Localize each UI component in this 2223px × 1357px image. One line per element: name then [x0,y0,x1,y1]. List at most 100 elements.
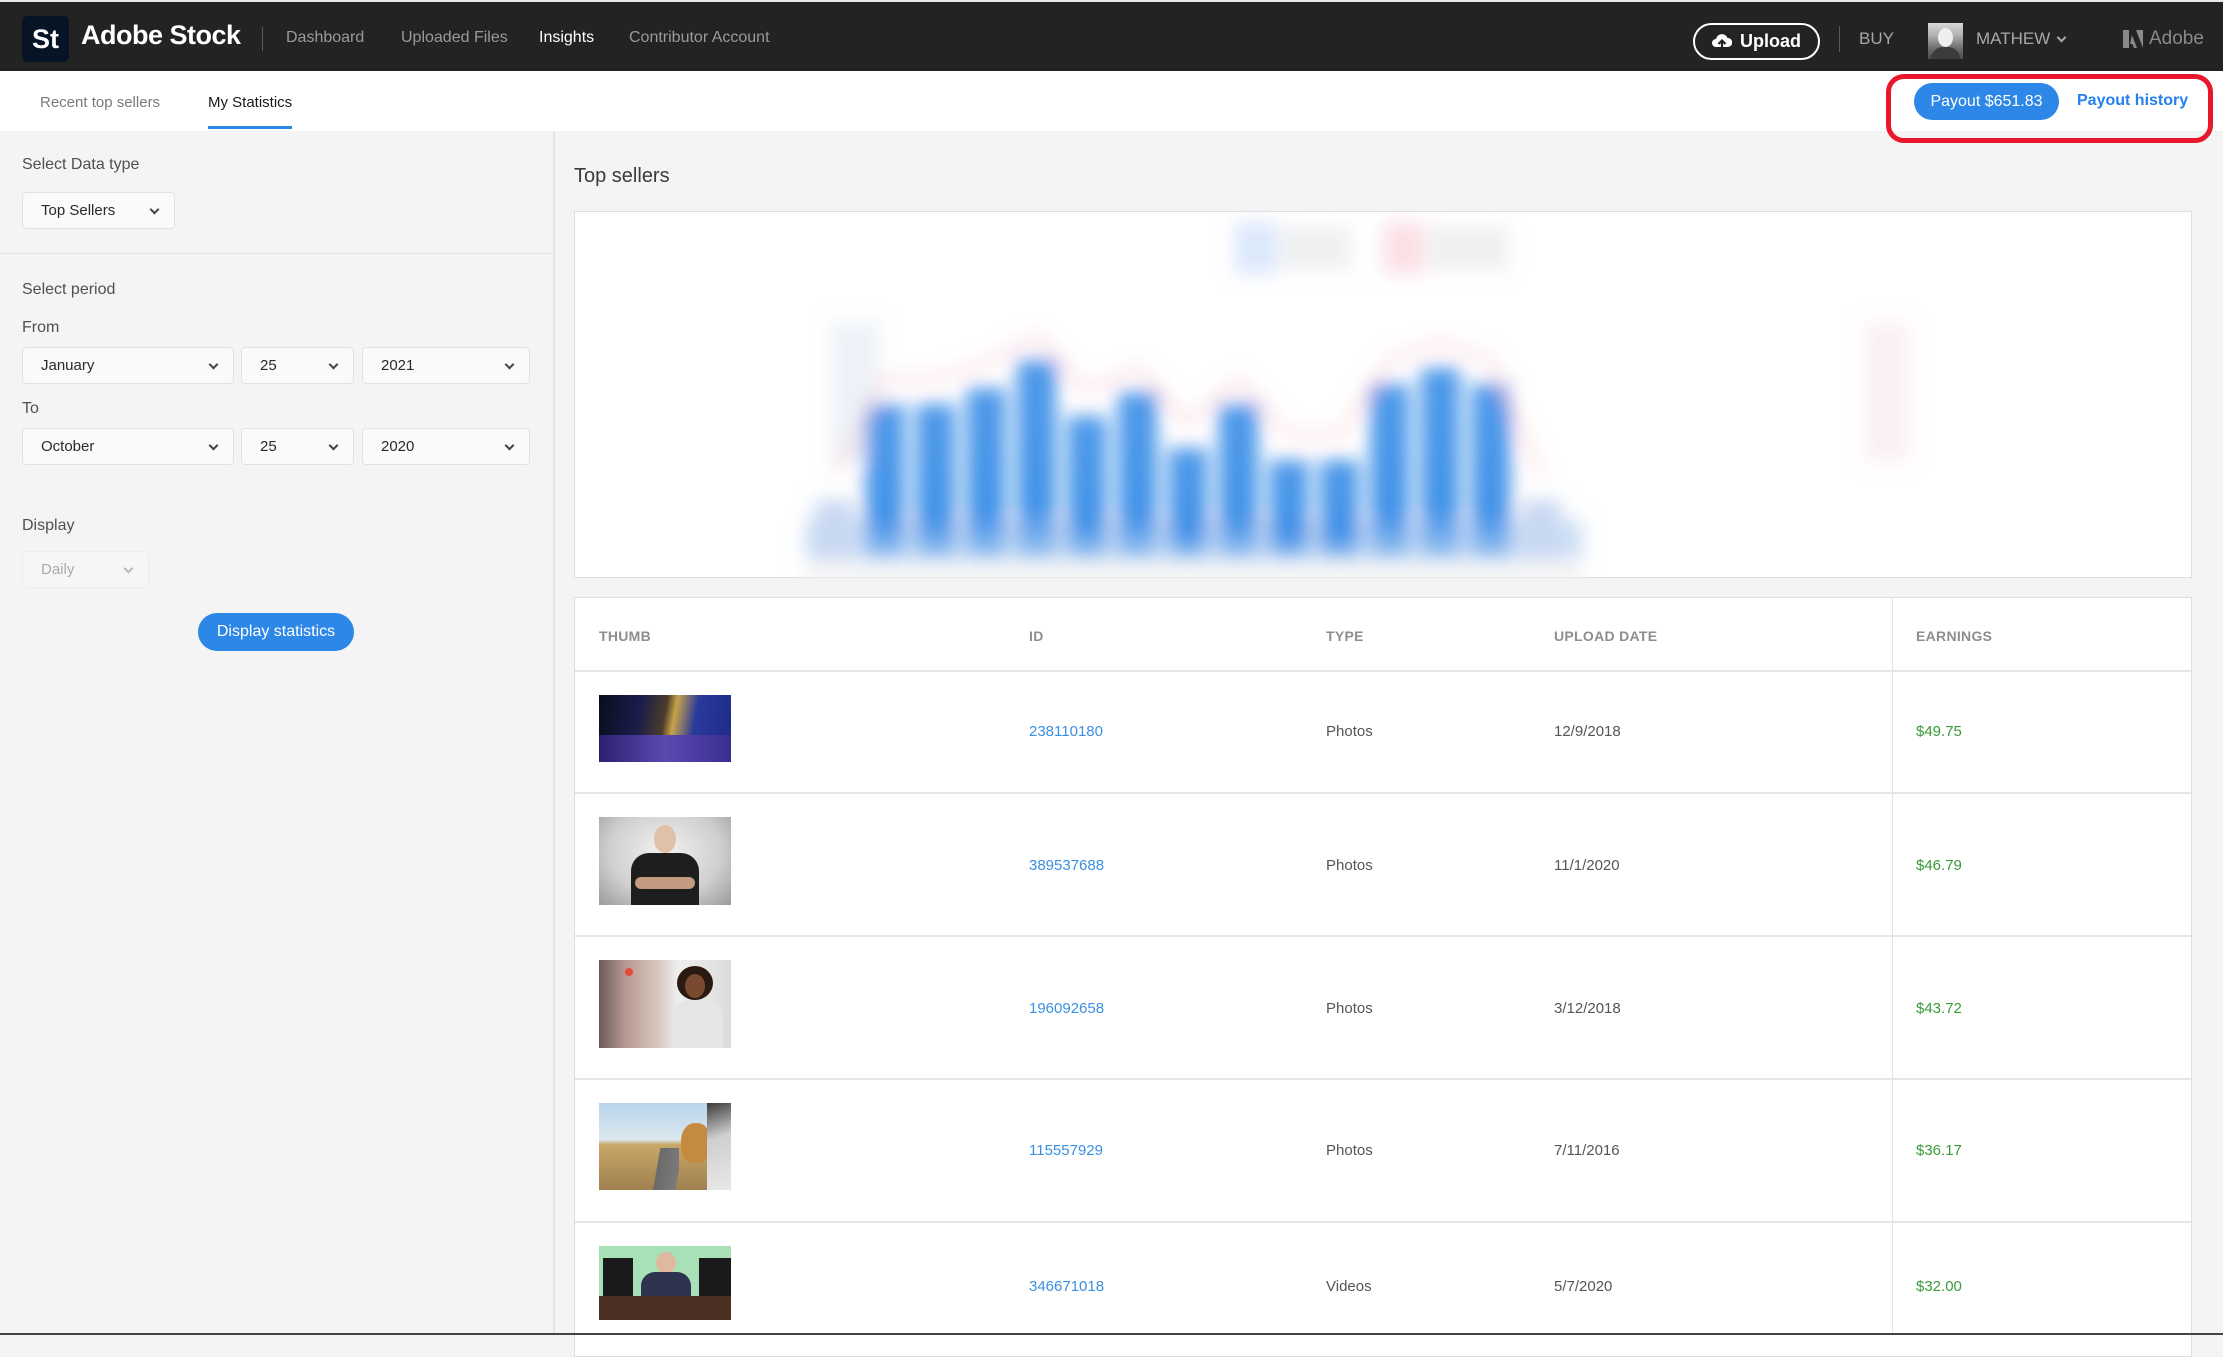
period-label: Select period [22,281,116,298]
chart-bar [915,404,956,560]
earnings: $32.00 [1916,1278,1962,1295]
data-type-value: Top Sellers [41,202,116,219]
column-header-upload-date[interactable]: UPLOAD DATE [1554,628,1657,644]
page-title: Top sellers [574,165,670,187]
chart-bar [815,500,855,560]
nav-divider [262,27,263,51]
chevron-down-icon [208,440,219,451]
adobe-logo-icon [2123,30,2143,48]
chart-bar [1067,416,1107,560]
payout-button[interactable]: Payout $651.83 [1914,83,2059,120]
row-divider [575,935,2191,937]
to-month-select[interactable]: October [22,428,234,465]
data-type-label: Select Data type [22,156,140,173]
avatar[interactable] [1928,23,1963,59]
chart-bar [865,404,905,560]
earnings: $36.17 [1916,1142,1962,1159]
tab-recent-top-sellers[interactable]: Recent top sellers [40,94,160,111]
asset-id-link[interactable]: 115557929 [1029,1142,1103,1159]
payout-history-link[interactable]: Payout history [2077,92,2188,110]
tab-my-statistics[interactable]: My Statistics [208,94,292,111]
from-year-select[interactable]: 2021 [362,347,530,384]
upload-label: Upload [1740,31,1801,51]
chart-bar [1269,460,1309,560]
asset-type: Photos [1326,1000,1373,1017]
chart-bar [1319,460,1360,560]
from-month-value: January [41,357,95,374]
chevron-down-icon [328,359,339,370]
display-select[interactable]: Daily [22,551,149,588]
nav-dashboard[interactable]: Dashboard [286,29,364,47]
thumbnail[interactable] [599,817,731,905]
chart-bar [1370,384,1410,560]
column-header-thumb[interactable]: THUMB [599,628,651,644]
chevron-down-icon [328,440,339,451]
row-divider [575,1221,2191,1223]
asset-id-link[interactable]: 238110180 [1029,723,1103,740]
user-menu[interactable]: MATHEW [1976,29,2067,49]
legend-swatch-series-2 [1383,222,1425,274]
buy-link[interactable]: BUY [1859,29,1894,49]
nav-uploaded-files[interactable]: Uploaded Files [401,29,508,47]
thumbnail[interactable] [599,1103,731,1190]
to-year-select[interactable]: 2020 [362,428,530,465]
display-statistics-button[interactable]: Display statistics [198,613,354,651]
chart-bar [966,388,1006,560]
adobe-stock-logo[interactable]: St [22,16,69,62]
tab-bar: Recent top sellers My Statistics Payout … [0,71,2223,143]
to-day-select[interactable]: 25 [241,428,354,465]
nav-insights[interactable]: Insights [539,29,594,47]
row-divider [575,792,2191,794]
column-header-id[interactable]: ID [1029,628,1044,644]
chart-bar [1521,500,1561,560]
chart-bar [1117,392,1158,560]
adobe-label: Adobe [2149,28,2204,49]
chevron-down-icon [123,563,134,574]
chart-bar [1471,384,1511,560]
upload-date: 11/1/2020 [1554,857,1620,874]
upload-button[interactable]: Upload [1693,23,1820,60]
earnings-column-divider [1892,598,1893,1335]
display-value: Daily [41,561,75,578]
to-day-value: 25 [260,438,277,455]
from-day-value: 25 [260,357,277,374]
from-day-select[interactable]: 25 [241,347,354,384]
nav-contributor-account[interactable]: Contributor Account [629,29,770,47]
row-divider [575,1078,2191,1080]
legend-label-series-1 [1281,226,1351,270]
brand-name[interactable]: Adobe Stock [81,20,241,51]
active-tab-indicator [208,126,292,129]
chart-bar [1168,448,1208,560]
asset-type: Videos [1326,1278,1372,1295]
chevron-down-icon [504,440,515,451]
from-label: From [22,319,60,336]
chevron-down-icon [149,204,160,215]
asset-id-link[interactable]: 346671018 [1029,1278,1104,1295]
chevron-down-icon [208,359,219,370]
from-year-value: 2021 [381,357,415,374]
cloud-upload-icon [1712,33,1732,50]
column-header-earnings[interactable]: EARNINGS [1916,628,1992,644]
sidebar-divider [0,253,553,254]
asset-id-link[interactable]: 196092658 [1029,1000,1104,1017]
top-sellers-table [574,597,2192,1357]
x-axis-tick-labels [805,566,1583,579]
chevron-down-icon [2056,32,2067,42]
thumbnail[interactable] [599,960,731,1048]
upload-date: 12/9/2018 [1554,723,1621,740]
column-header-type[interactable]: TYPE [1326,628,1364,644]
thumbnail[interactable] [599,1246,731,1320]
to-year-value: 2020 [381,438,415,455]
data-type-select[interactable]: Top Sellers [22,192,175,229]
nav-divider [1839,26,1840,52]
earnings: $43.72 [1916,1000,1962,1017]
from-month-select[interactable]: January [22,347,234,384]
asset-id-link[interactable]: 389537688 [1029,857,1104,874]
top-sellers-chart [805,222,1910,579]
y-axis-ticks-right [1865,322,1910,462]
sidebar: Select Data type Top Sellers Select peri… [0,131,555,1335]
thumbnail[interactable] [599,695,731,762]
chevron-down-icon [504,359,515,370]
adobe-link[interactable]: Adobe [2123,28,2204,50]
user-name: MATHEW [1976,29,2051,48]
